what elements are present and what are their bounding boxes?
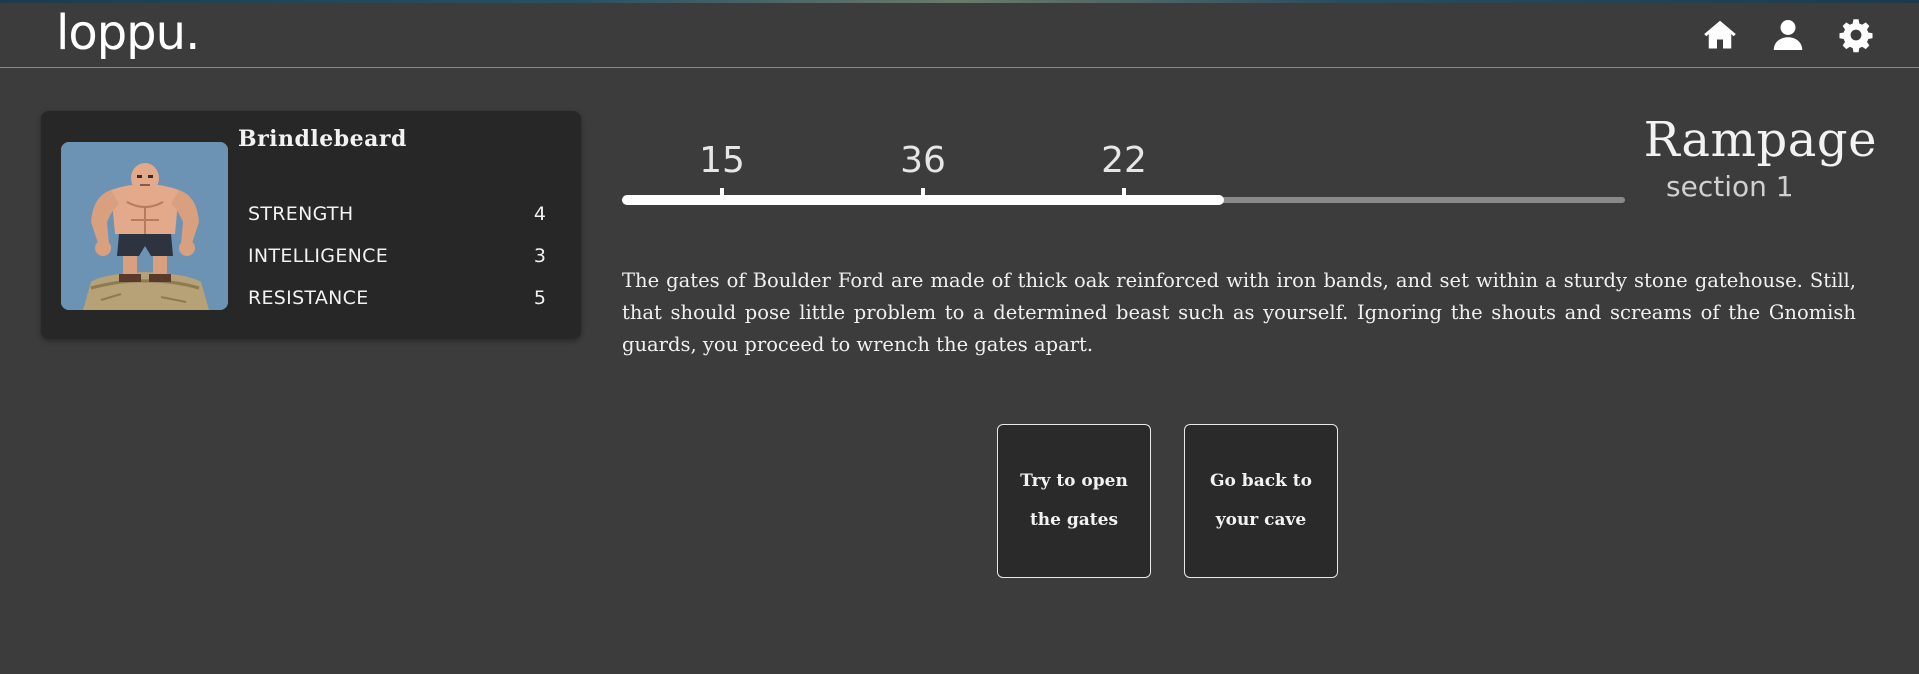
home-icon[interactable]: [1702, 17, 1738, 53]
character-portrait: [61, 142, 228, 310]
character-name: Brindlebeard: [238, 126, 407, 152]
progress-marker-label: 22: [1101, 140, 1147, 181]
app-header: loppu.: [0, 3, 1919, 68]
stat-row-intelligence: INTELLIGENCE 3: [248, 245, 546, 275]
progress-marker-tick: [1122, 188, 1126, 200]
progress-marker-tick: [720, 188, 724, 200]
stat-row-strength: STRENGTH 4: [248, 203, 546, 233]
choice-go-back-button[interactable]: Go back to your cave: [1184, 424, 1338, 578]
stat-label: STRENGTH: [248, 203, 354, 225]
stat-value: 4: [533, 203, 546, 225]
stat-row-resistance: RESISTANCE 5: [248, 287, 546, 317]
gear-icon[interactable]: [1838, 17, 1874, 53]
user-icon[interactable]: [1770, 17, 1806, 53]
progress-marker-label: 15: [699, 140, 745, 181]
app-logo[interactable]: loppu.: [56, 5, 200, 61]
choice-open-gates-button[interactable]: Try to open the gates: [997, 424, 1151, 578]
stat-value: 3: [533, 245, 546, 267]
progress-marker-tick: [921, 188, 925, 200]
stat-label: RESISTANCE: [248, 287, 369, 309]
section-subtitle: section 1: [1666, 170, 1794, 203]
stat-label: INTELLIGENCE: [248, 245, 389, 267]
character-card: Brindlebeard STRENGTH 4 INTELLIGENCE 3 R…: [41, 111, 581, 339]
ogre-portrait-image: [61, 142, 228, 310]
story-progress-bar: 15 36 22: [622, 140, 1625, 210]
section-title: Rampage: [1643, 112, 1877, 168]
stat-value: 5: [533, 287, 546, 309]
story-text: The gates of Boulder Ford are made of th…: [622, 268, 1856, 356]
progress-marker-label: 36: [900, 140, 946, 181]
